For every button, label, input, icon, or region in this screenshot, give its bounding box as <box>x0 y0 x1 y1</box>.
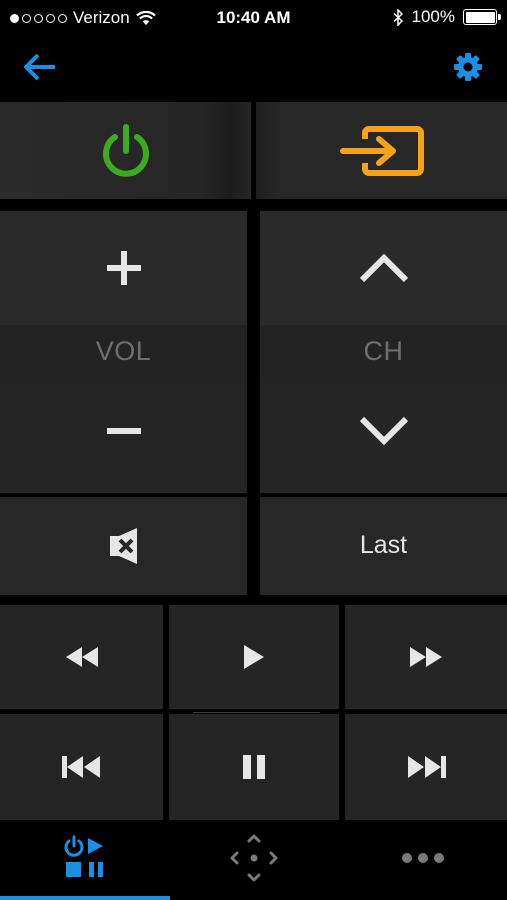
pause-button[interactable] <box>169 714 339 820</box>
nav-bar <box>0 36 507 102</box>
skip-forward-button[interactable] <box>345 714 507 820</box>
skip-back-icon <box>61 756 100 778</box>
tab-bar <box>0 820 507 900</box>
power-icon <box>102 123 149 177</box>
chevron-down-icon <box>359 416 408 446</box>
volume-label: VOL <box>95 336 152 366</box>
channel-down-button[interactable] <box>260 383 507 493</box>
rewind-button[interactable] <box>0 605 163 709</box>
back-button[interactable] <box>22 51 58 88</box>
chevron-up-icon <box>359 253 408 283</box>
play-button[interactable] <box>169 605 339 709</box>
input-icon <box>339 125 424 176</box>
status-bar: Verizon 10:40 AM 100% <box>0 0 507 36</box>
last-label: Last <box>359 531 408 559</box>
fast-forward-icon <box>410 647 442 667</box>
plus-icon <box>106 251 141 285</box>
tab-dpad[interactable] <box>169 820 338 900</box>
power-button[interactable] <box>0 102 251 199</box>
bluetooth-icon <box>393 8 403 26</box>
last-channel-button[interactable]: Last <box>260 497 507 595</box>
volume-up-button[interactable] <box>0 211 247 325</box>
mute-button[interactable] <box>0 497 247 595</box>
pause-icon <box>243 755 265 779</box>
play-icon <box>244 645 264 669</box>
playback-controls-icon <box>64 835 103 877</box>
channel-label: CH <box>363 336 404 366</box>
mute-icon <box>109 528 137 564</box>
minus-icon <box>106 428 141 434</box>
fast-forward-button[interactable] <box>345 605 507 709</box>
back-arrow-icon <box>24 53 55 81</box>
settings-button[interactable] <box>453 52 483 87</box>
dpad-icon <box>230 834 277 882</box>
tab-more[interactable] <box>338 820 507 900</box>
skip-forward-icon <box>408 756 446 778</box>
gear-icon <box>454 53 482 81</box>
battery-icon <box>463 9 501 25</box>
active-tab-indicator <box>0 896 170 900</box>
battery-percent: 100% <box>411 7 455 26</box>
rewind-icon <box>65 647 98 667</box>
input-source-button[interactable] <box>256 102 507 199</box>
more-icon <box>401 853 444 863</box>
divider <box>193 712 320 713</box>
skip-back-button[interactable] <box>0 714 163 820</box>
volume-down-button[interactable] <box>0 383 247 493</box>
channel-up-button[interactable] <box>260 211 507 325</box>
tab-playback[interactable] <box>0 820 170 900</box>
